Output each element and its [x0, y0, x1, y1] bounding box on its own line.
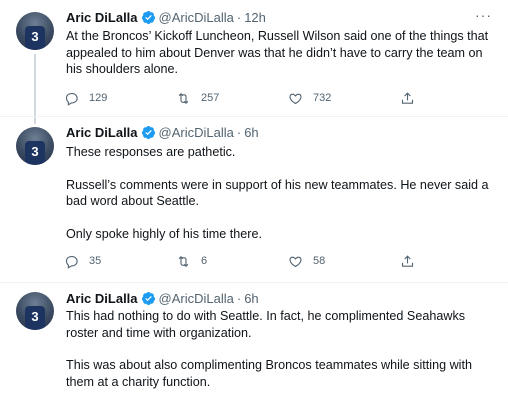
share-button[interactable]	[400, 91, 425, 106]
tweet-paragraph: This was about also complimenting Bronco…	[66, 358, 472, 389]
tweet-text: At the Broncos’ Kickoff Luncheon, Russel…	[66, 28, 496, 78]
avatar-number: 3	[31, 29, 39, 44]
retweet-button[interactable]: 257	[176, 91, 219, 106]
tweet-paragraph: At the Broncos’ Kickoff Luncheon, Russel…	[66, 29, 489, 76]
author-handle[interactable]: @AricDiLalla	[159, 125, 234, 140]
reply-count: 129	[89, 92, 108, 104]
reply-icon	[65, 92, 78, 106]
like-button[interactable]: 732	[288, 91, 331, 106]
retweet-count: 257	[201, 92, 220, 104]
verified-badge-icon	[141, 291, 155, 306]
reply-button[interactable]: 35	[64, 254, 101, 269]
timestamp[interactable]: 6h	[244, 291, 258, 306]
author-name[interactable]: Aric DiLalla	[66, 291, 138, 306]
reply-icon	[65, 255, 78, 269]
tweet-text: These responses are pathetic. Russell’s …	[66, 144, 496, 242]
author-name[interactable]: Aric DiLalla	[66, 10, 138, 25]
timestamp[interactable]: 12h	[244, 10, 266, 25]
tweet-3[interactable]: 3 Aric DiLalla @AricDiLalla · 6h This ha…	[0, 283, 508, 400]
tweet-1[interactable]: 3 Aric DiLalla @AricDiLalla · 12h ··· At…	[0, 0, 508, 124]
reply-button[interactable]: 129	[64, 91, 107, 106]
tweet-actions: 129 257 732	[64, 91, 424, 107]
share-icon	[401, 92, 414, 104]
avatar[interactable]: 3	[16, 292, 54, 330]
tweet-header: Aric DiLalla @AricDiLalla · 12h	[66, 10, 266, 25]
verified-badge-icon	[141, 125, 155, 140]
tweet-paragraph: This had nothing to do with Seattle. In …	[66, 309, 466, 340]
tweet-2[interactable]: 3 Aric DiLalla @AricDiLalla · 6h These r…	[0, 117, 508, 282]
tweet-paragraph: Russell’s comments were in support of hi…	[66, 177, 489, 209]
avatar[interactable]: 3	[16, 127, 54, 165]
reply-count: 35	[89, 255, 102, 267]
share-button[interactable]	[400, 254, 425, 269]
heart-icon	[289, 256, 302, 268]
separator: ·	[236, 125, 242, 140]
like-count: 58	[313, 255, 326, 267]
thread-line	[34, 54, 36, 124]
separator: ·	[236, 10, 242, 25]
separator: ·	[236, 291, 242, 306]
tweet-text: This had nothing to do with Seattle. In …	[66, 308, 496, 390]
avatar[interactable]: 3	[16, 12, 54, 50]
tweet-actions: 35 6 58	[64, 254, 424, 270]
author-handle[interactable]: @AricDiLalla	[159, 10, 234, 25]
avatar-number: 3	[31, 144, 39, 159]
tweet-paragraph: These responses are pathetic.	[66, 145, 236, 159]
heart-icon	[289, 93, 302, 105]
retweet-button[interactable]: 6	[176, 254, 207, 269]
author-name[interactable]: Aric DiLalla	[66, 125, 138, 140]
retweet-count: 6	[201, 255, 208, 267]
author-handle[interactable]: @AricDiLalla	[159, 291, 234, 306]
retweet-icon	[178, 256, 189, 267]
avatar-number: 3	[31, 309, 39, 324]
retweet-icon	[178, 93, 189, 104]
tweet-header: Aric DiLalla @AricDiLalla · 6h	[66, 125, 259, 140]
tweet-header: Aric DiLalla @AricDiLalla · 6h	[66, 291, 259, 306]
share-icon	[401, 255, 414, 267]
timestamp[interactable]: 6h	[244, 125, 258, 140]
tweet-paragraph: Only spoke highly of his time there.	[66, 226, 262, 241]
like-count: 732	[313, 92, 332, 104]
more-icon[interactable]: ···	[475, 7, 492, 23]
verified-badge-icon	[141, 10, 155, 25]
like-button[interactable]: 58	[288, 254, 325, 269]
